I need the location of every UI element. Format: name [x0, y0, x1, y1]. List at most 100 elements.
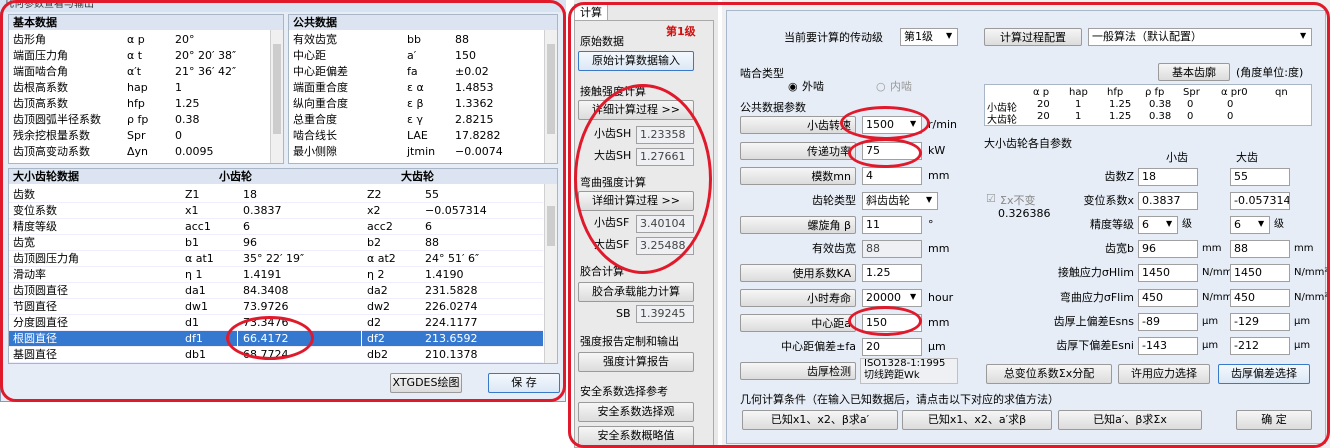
z1-input[interactable]: 18 — [1138, 168, 1198, 186]
gear-table-row[interactable]: 根圆直径 df1 66.4172 df2 213.6592 — [9, 331, 543, 347]
ka-input[interactable]: 1.25 — [862, 264, 922, 282]
basic-row[interactable]: 齿形角 α p 20° — [9, 32, 269, 48]
basic-cell: 20° 20′ 38″ — [175, 49, 237, 62]
public-row[interactable]: 纵向重合度 ε β 1.3362 — [289, 96, 543, 112]
safety-select-button[interactable]: 安全系数选择观 — [578, 402, 694, 422]
gear-table-row[interactable]: 齿宽 b1 96 b2 88 — [9, 235, 543, 251]
center-btn-button[interactable]: 中心距a — [740, 314, 856, 332]
basic-row[interactable]: 残余挖根量系数 Spr 0 — [9, 128, 269, 144]
power-btn-button[interactable]: 传递功率 — [740, 142, 856, 160]
gear-cell: dw1 — [185, 300, 208, 313]
eff-width-input: 88 — [862, 240, 922, 258]
b1-input[interactable]: 96 — [1138, 240, 1198, 258]
known-a-beta-button[interactable]: 已知a′、β求Σx — [1058, 410, 1202, 430]
known-x-beta-button[interactable]: 已知x1、x2、β求a′ — [742, 410, 898, 430]
thickness-dev-button[interactable]: 齿厚偏差选择 — [1218, 364, 1310, 384]
algorithm-select[interactable]: 一般算法（默认配置） — [1088, 28, 1312, 46]
center-dev-input[interactable]: 20 — [862, 338, 922, 356]
calc-config-button[interactable]: 计算过程配置 — [984, 28, 1082, 46]
gear-cell: da1 — [185, 284, 206, 297]
public-cell: ε β — [407, 97, 424, 110]
basic-row[interactable]: 端面啮合角 α′t 21° 36′ 42″ — [9, 64, 269, 80]
sumx-distribute-button[interactable]: 总变位系数Σx分配 — [986, 364, 1112, 384]
profile-cell: 1.25 — [1109, 99, 1132, 110]
esns1-input[interactable]: -89 — [1138, 313, 1198, 331]
helix-btn-button[interactable]: 螺旋角 β — [740, 216, 856, 234]
speed-btn-button[interactable]: 小齿转速 — [740, 116, 856, 134]
gear-table-row[interactable]: 节圆直径 dw1 73.9726 dw2 226.0274 — [9, 299, 543, 315]
calc-tab[interactable]: 计算 — [574, 4, 608, 20]
helix-input[interactable]: 11 — [862, 216, 922, 234]
public-cell: −0.0074 — [455, 145, 503, 158]
flim1-input[interactable]: 450 — [1138, 289, 1198, 307]
basic-row[interactable]: 齿顶高系数 hfp 1.25 — [9, 96, 269, 112]
gear-header-title: 大小齿轮数据 — [13, 170, 79, 183]
ka-btn-button[interactable]: 使用系数KA — [740, 264, 856, 282]
gear-table-row[interactable]: 基圆直径 db1 68.7724 db2 210.1378 — [9, 347, 543, 363]
known-x-a-button[interactable]: 已知x1、x2、a′求β — [902, 410, 1052, 430]
flim2-input[interactable]: 450 — [1230, 289, 1290, 307]
gear-table-row[interactable]: 齿顶圆压力角 α at1 35° 22′ 19″ α at2 24° 51′ 6″ — [9, 251, 543, 267]
basic-row[interactable]: 齿根高系数 hap 1 — [9, 80, 269, 96]
contact-strength-label: 接触强度计算 — [580, 85, 646, 98]
bend-detail-button[interactable]: 详细计算过程 >> — [578, 191, 694, 211]
gear-table-row[interactable]: 齿数 Z1 18 Z2 55 — [9, 187, 543, 203]
hlim1-input[interactable]: 1450 — [1138, 264, 1198, 282]
radio-internal-icon[interactable]: ○ — [876, 80, 886, 93]
thickness-method-label: 切线跨距Wk — [864, 370, 920, 381]
esni2-input[interactable]: -212 — [1230, 337, 1290, 355]
public-row[interactable]: 端面重合度 ε α 1.4853 — [289, 80, 543, 96]
gluing-capacity-button[interactable]: 胶合承载能力计算 — [578, 282, 694, 302]
unit-label: mm — [928, 169, 950, 182]
public-row[interactable]: 总重合度 ε γ 2.8215 — [289, 112, 543, 128]
basic-row[interactable]: 齿顶高变动系数 Δyn 0.0095 — [9, 144, 269, 160]
ok-button[interactable]: 确 定 — [1236, 410, 1312, 430]
thickness-check-button[interactable]: 齿厚检测 — [740, 362, 856, 380]
gear-table-row[interactable]: 精度等级 acc1 6 acc2 6 — [9, 219, 543, 235]
public-row[interactable]: 啮合线长 LAE 17.8282 — [289, 128, 543, 144]
module-btn-button[interactable]: 模数mn — [740, 167, 856, 185]
public-cell: 17.8282 — [455, 129, 501, 142]
profile-cell: 0 — [1227, 111, 1234, 122]
esns2-input[interactable]: -129 — [1230, 313, 1290, 331]
strength-report-button[interactable]: 强度计算报告 — [578, 352, 694, 372]
gear-table-row[interactable]: 变位系数 x1 0.3837 x2 −0.057314 — [9, 203, 543, 219]
basic-profile-button[interactable]: 基本齿廓 — [1158, 63, 1230, 81]
basic-scrollbar[interactable] — [270, 30, 283, 163]
gear-cell: 变位系数 — [13, 204, 57, 217]
gear-table-row[interactable]: 齿顶圆直径 da1 84.3408 da2 231.5828 — [9, 283, 543, 299]
public-row[interactable]: 中心距 a′ 150 — [289, 48, 543, 64]
safety-rough-button[interactable]: 安全系数概略值 — [578, 426, 694, 446]
center-input[interactable]: 150 — [862, 314, 922, 332]
allowable-stress-button[interactable]: 许用应力选择 — [1118, 364, 1210, 384]
public-scrollbar[interactable] — [544, 30, 557, 163]
basic-row[interactable]: 齿顶圆弧半径系数 ρ fp 0.38 — [9, 112, 269, 128]
basic-row[interactable]: 端面压力角 α t 20° 20′ 38″ — [9, 48, 269, 64]
sumx-checkbox-icon[interactable]: ☑ — [986, 192, 996, 205]
module-input[interactable]: 4 — [862, 167, 922, 185]
x1-input[interactable]: 0.3837 — [1138, 192, 1198, 210]
public-row[interactable]: 最小侧隙 jtmin −0.0074 — [289, 144, 543, 160]
orig-data-input-button[interactable]: 原始计算数据输入 — [578, 51, 694, 71]
save-button[interactable]: 保 存 — [488, 373, 560, 393]
public-row[interactable]: 有效齿宽 bb 88 — [289, 32, 543, 48]
chevron-down-icon: ▼ — [910, 292, 917, 301]
xtgdes-draw-button[interactable]: XTGDES绘图 — [390, 373, 462, 393]
gear-table-row[interactable]: 滑动率 η 1 1.4191 η 2 1.4190 — [9, 267, 543, 283]
contact-detail-button[interactable]: 详细计算过程 >> — [578, 100, 694, 120]
radio-external-icon[interactable]: ◉ — [788, 80, 798, 93]
b2-input[interactable]: 88 — [1230, 240, 1290, 258]
life-btn-button[interactable]: 小时寿命 — [740, 289, 856, 307]
public-data-header: 公共数据 — [289, 15, 557, 30]
hlim2-input[interactable]: 1450 — [1230, 264, 1290, 282]
x2-input[interactable]: -0.057314 — [1230, 192, 1290, 210]
profile-head-cell: α p — [1033, 87, 1050, 98]
power-input[interactable]: 75 — [862, 142, 922, 160]
gear-cell: 18 — [243, 188, 257, 201]
esni1-input[interactable]: -143 — [1138, 337, 1198, 355]
gear-scrollbar[interactable] — [544, 184, 557, 363]
chevron-down-icon: ▼ — [1300, 31, 1307, 40]
gear-table-row[interactable]: 分度圆直径 d1 73.3476 d2 224.1177 — [9, 315, 543, 331]
public-row[interactable]: 中心距偏差 fa ±0.02 — [289, 64, 543, 80]
z2-input[interactable]: 55 — [1230, 168, 1290, 186]
